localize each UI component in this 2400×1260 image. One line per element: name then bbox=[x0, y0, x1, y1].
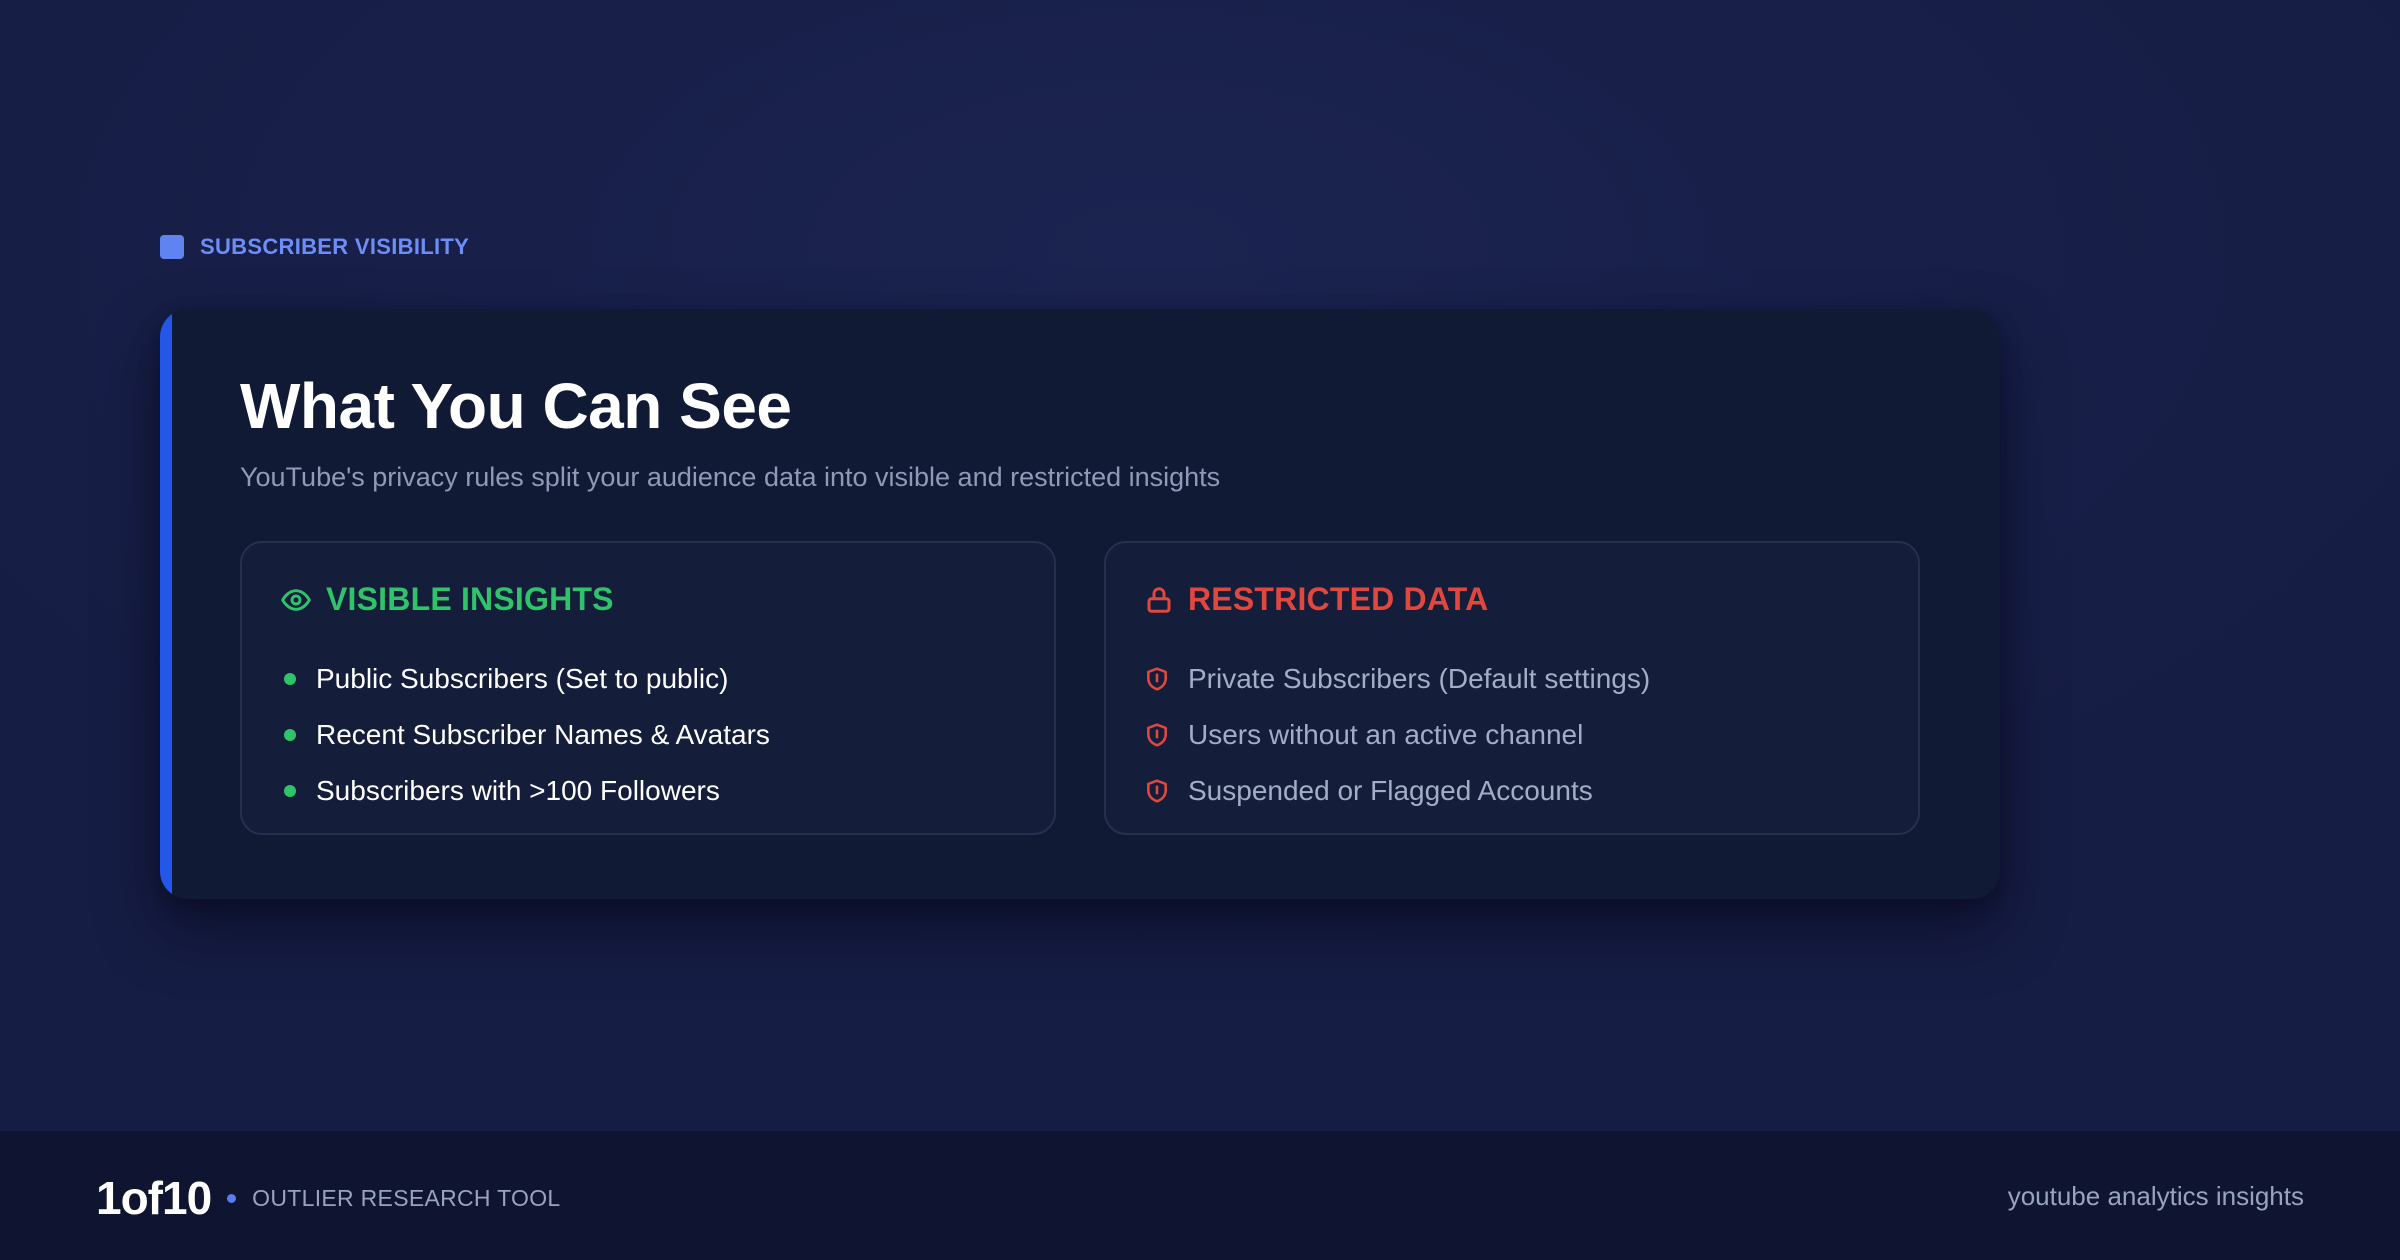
restricted-data-title: RESTRICTED DATA bbox=[1188, 581, 1489, 617]
list-item: Subscribers with >100 Followers bbox=[280, 763, 770, 819]
restricted-data-panel: RESTRICTED DATA Private Subscribers (Def… bbox=[1104, 541, 1920, 835]
list-item-text: Private Subscribers (Default settings) bbox=[1188, 663, 1651, 694]
footer-right-text: youtube analytics insights bbox=[2007, 1181, 2304, 1211]
visible-insights-panel: VISIBLE INSIGHTS Public Subscribers (Set… bbox=[240, 541, 1056, 835]
card-accent-bar bbox=[160, 309, 172, 899]
lock-icon bbox=[1144, 584, 1174, 616]
list-item: Private Subscribers (Default settings) bbox=[1144, 651, 1650, 707]
list-item: Recent Subscriber Names & Avatars bbox=[280, 707, 770, 763]
list-item: Suspended or Flagged Accounts bbox=[1144, 763, 1650, 819]
list-item-text: Public Subscribers (Set to public) bbox=[316, 663, 729, 694]
visible-insights-title: VISIBLE INSIGHTS bbox=[326, 581, 614, 617]
shield-icon bbox=[1144, 665, 1170, 693]
section-marker-square bbox=[160, 235, 184, 259]
section-label-text: SUBSCRIBER VISIBILITY bbox=[200, 234, 470, 259]
list-item-text: Recent Subscriber Names & Avatars bbox=[316, 719, 770, 750]
footer-bar: 1of10 OUTLIER RESEARCH TOOL youtube anal… bbox=[0, 1131, 2400, 1260]
separator-dot-icon bbox=[227, 1193, 237, 1203]
list-item-text: Suspended or Flagged Accounts bbox=[1188, 775, 1593, 806]
visible-insights-list: Public Subscribers (Set to public) Recen… bbox=[280, 651, 770, 819]
card-subtitle: YouTube's privacy rules split your audie… bbox=[240, 462, 1221, 492]
brand-logo: 1of10 bbox=[96, 1172, 212, 1224]
green-dot-icon bbox=[284, 785, 296, 797]
brand-tagline: OUTLIER RESEARCH TOOL bbox=[252, 1184, 561, 1211]
footer-brand: 1of10 OUTLIER RESEARCH TOOL bbox=[96, 1171, 561, 1225]
list-item: Users without an active channel bbox=[1144, 707, 1650, 763]
list-item-text: Subscribers with >100 Followers bbox=[316, 775, 720, 806]
restricted-data-header: RESTRICTED DATA bbox=[1144, 581, 1488, 618]
section-label: SUBSCRIBER VISIBILITY bbox=[160, 232, 469, 262]
visibility-card: What You Can See YouTube's privacy rules… bbox=[160, 309, 2000, 899]
green-dot-icon bbox=[284, 673, 296, 685]
list-item: Public Subscribers (Set to public) bbox=[280, 651, 770, 707]
shield-icon bbox=[1144, 721, 1170, 749]
shield-icon bbox=[1144, 777, 1170, 805]
green-dot-icon bbox=[284, 729, 296, 741]
card-title: What You Can See bbox=[240, 370, 792, 442]
eye-icon bbox=[280, 584, 312, 616]
list-item-text: Users without an active channel bbox=[1188, 719, 1584, 750]
visible-insights-header: VISIBLE INSIGHTS bbox=[280, 581, 614, 618]
restricted-data-list: Private Subscribers (Default settings) U… bbox=[1144, 651, 1650, 819]
